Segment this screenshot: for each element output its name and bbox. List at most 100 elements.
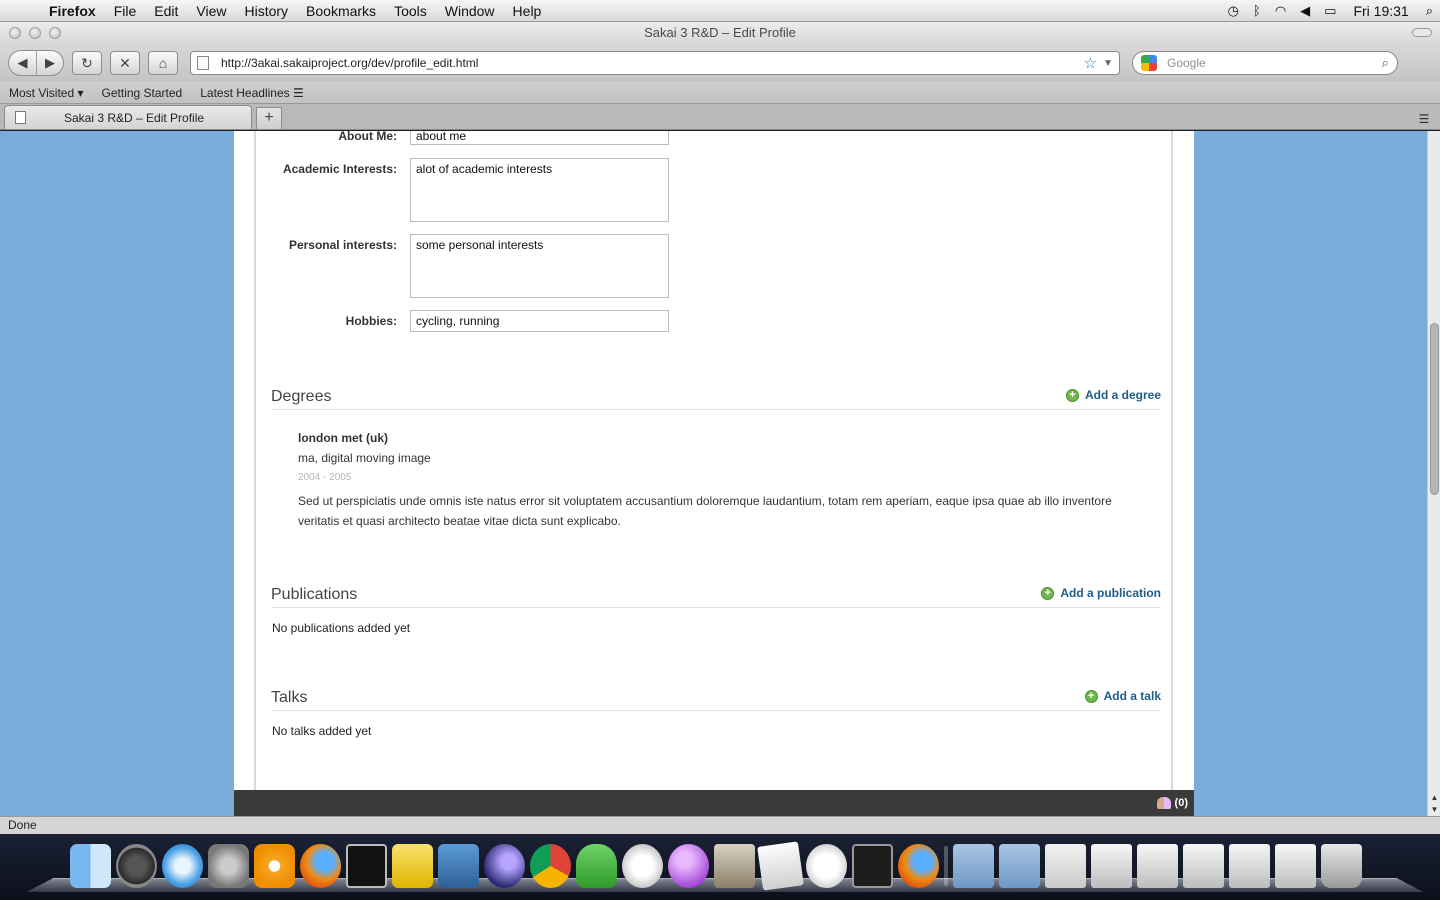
new-tab-button[interactable]: + (256, 107, 282, 129)
scrollbar-thumb[interactable] (1430, 323, 1439, 495)
tab-list-button[interactable]: ☰ (1414, 109, 1434, 129)
eclipse-icon[interactable] (484, 844, 525, 888)
menu-app-firefox[interactable]: Firefox (40, 0, 105, 22)
search-input[interactable]: Google (1167, 56, 1382, 70)
minimized-window-icon[interactable] (1229, 844, 1270, 888)
bookmark-latest-headlines[interactable]: Latest Headlines ☰ (191, 86, 313, 100)
bookmark-getting-started[interactable]: Getting Started (93, 86, 192, 100)
url-history-dropdown-icon[interactable]: ▼ (1103, 58, 1113, 69)
bookmark-star-icon[interactable]: ☆ (1084, 54, 1097, 72)
add-degree-label: Add a degree (1084, 388, 1161, 402)
container-border-right (1171, 131, 1173, 790)
academic-interests-textarea[interactable]: alot of academic interests (410, 158, 669, 222)
terminal-icon[interactable] (346, 844, 387, 888)
about-me-input[interactable]: about me (410, 131, 669, 145)
menu-tools[interactable]: Tools (385, 0, 436, 22)
wifi-icon[interactable]: ◠ (1268, 3, 1293, 19)
minimize-window-icon[interactable] (29, 27, 41, 39)
volume-icon[interactable]: ◀ (1293, 3, 1317, 19)
menu-view[interactable]: View (187, 0, 235, 22)
applications-folder-icon[interactable] (953, 844, 994, 888)
documents-folder-icon[interactable] (999, 844, 1040, 888)
close-window-icon[interactable] (9, 27, 21, 39)
reload-icon: ↻ (81, 54, 93, 71)
chat-count: (0) (1174, 797, 1188, 809)
database-icon[interactable] (438, 844, 479, 888)
stop-button[interactable]: ✕ (110, 51, 140, 75)
globe-icon[interactable] (668, 844, 709, 888)
home-button[interactable]: ⌂ (148, 51, 178, 75)
add-icon: + (1065, 388, 1079, 402)
add-degree-button[interactable]: + Add a degree (1065, 388, 1161, 402)
container-border-left (254, 131, 256, 790)
menu-file[interactable]: File (105, 0, 146, 22)
back-button[interactable]: ◀ (9, 51, 36, 75)
gear-icon[interactable] (254, 844, 295, 888)
talks-title: Talks (271, 689, 308, 706)
adium-icon[interactable] (576, 844, 617, 888)
scroll-up-arrow-icon[interactable]: ▲ (1428, 793, 1440, 802)
menu-window[interactable]: Window (436, 0, 504, 22)
menu-bookmarks[interactable]: Bookmarks (297, 0, 385, 22)
menu-help[interactable]: Help (504, 0, 551, 22)
spotlight-icon[interactable]: ⌕ (1419, 3, 1440, 19)
zoom-window-icon[interactable] (49, 27, 61, 39)
tab-bar: Sakai 3 R&D – Edit Profile + ☰ (0, 104, 1440, 130)
page-viewport: About Me: about me Academic Interests: a… (0, 131, 1427, 816)
document-stack-icon[interactable] (1045, 844, 1086, 888)
personal-interests-label: Personal interests: (288, 238, 397, 252)
firefox-icon[interactable] (300, 844, 341, 888)
coffee-cup-icon[interactable] (806, 844, 847, 888)
dashboard-icon[interactable] (116, 844, 157, 888)
bluetooth-icon[interactable]: ᛒ (1246, 3, 1268, 18)
url-text[interactable]: http://3akai.sakaiproject.org/dev/profil… (221, 56, 1084, 70)
profile-edit-container: About Me: about me Academic Interests: a… (234, 131, 1194, 816)
publications-empty-text: No publications added yet (272, 621, 411, 635)
menu-clock[interactable]: Fri 19:31 (1343, 3, 1418, 19)
minimized-window-icon[interactable] (1183, 844, 1224, 888)
chat-status-button[interactable]: (0) (1156, 790, 1188, 816)
reload-button[interactable]: ↻ (72, 51, 102, 75)
vertical-scrollbar[interactable]: ▲ ▼ (1427, 131, 1440, 816)
time-machine-icon[interactable]: ◷ (1221, 3, 1246, 19)
forward-arrow-icon: ▶ (45, 55, 55, 70)
finder-icon[interactable] (70, 844, 111, 888)
mac-menu-bar: Firefox File Edit View History Bookmarks… (0, 0, 1440, 22)
bookmark-latest-headlines-label: Latest Headlines (200, 85, 290, 100)
activity-monitor-icon[interactable] (852, 844, 893, 888)
bookmark-most-visited[interactable]: Most Visited ▾ (0, 86, 93, 100)
safari-icon[interactable] (162, 844, 203, 888)
add-publication-button[interactable]: + Add a publication (1041, 586, 1161, 600)
minimized-window-icon[interactable] (1275, 844, 1316, 888)
preview-icon[interactable] (714, 844, 755, 888)
trash-icon[interactable] (1321, 844, 1362, 888)
firefox-icon[interactable] (898, 844, 939, 888)
scroll-down-arrow-icon[interactable]: ▼ (1428, 805, 1440, 814)
search-bar[interactable]: Google ⌕ (1132, 51, 1398, 75)
add-talk-button[interactable]: + Add a talk (1084, 689, 1161, 703)
status-bar: Done (0, 816, 1440, 834)
publications-title: Publications (271, 586, 358, 603)
search-icon[interactable]: ⌕ (1382, 55, 1389, 71)
forward-button[interactable]: ▶ (36, 51, 63, 75)
degree-entry[interactable]: london met (uk) ma, digital moving image… (298, 431, 1128, 531)
twitter-bird-icon[interactable] (392, 844, 433, 888)
toolbar-toggle-button[interactable] (1412, 28, 1432, 37)
menu-history[interactable]: History (235, 0, 297, 22)
back-forward-group: ◀ ▶ (8, 50, 64, 76)
text-editor-icon[interactable] (757, 841, 804, 891)
menu-edit[interactable]: Edit (145, 0, 187, 22)
personal-interests-textarea[interactable]: some personal interests (410, 234, 669, 298)
google-engine-icon[interactable] (1141, 55, 1157, 71)
hobbies-input[interactable]: cycling, running (410, 310, 669, 332)
itunes-icon[interactable] (622, 844, 663, 888)
battery-icon[interactable]: ▭ (1317, 3, 1343, 19)
url-bar[interactable]: http://3akai.sakaiproject.org/dev/profil… (190, 51, 1120, 75)
system-preferences-icon[interactable] (208, 844, 249, 888)
chrome-icon[interactable] (530, 844, 571, 888)
degree-school: london met (uk) (298, 431, 388, 445)
publications-section-header: Publications + Add a publication (271, 586, 1161, 608)
minimized-window-icon[interactable] (1091, 844, 1132, 888)
tab-edit-profile[interactable]: Sakai 3 R&D – Edit Profile (4, 105, 252, 129)
minimized-window-icon[interactable] (1137, 844, 1178, 888)
